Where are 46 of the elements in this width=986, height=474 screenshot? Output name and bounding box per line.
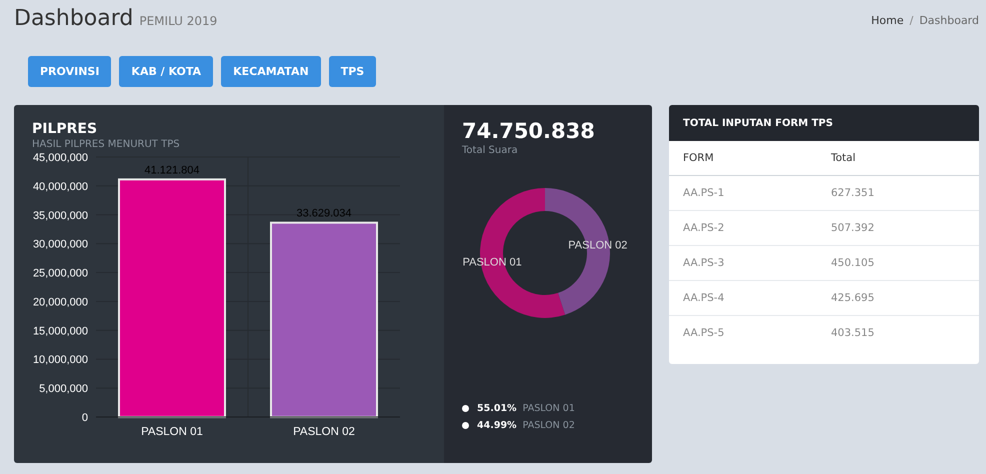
axis-tick-label: 10,000,000: [32, 354, 88, 366]
breadcrumb-separator: /: [910, 14, 914, 27]
filter-button[interactable]: KECAMATAN: [221, 56, 321, 87]
axis-tick-label: 0: [82, 412, 88, 424]
axis-tick-label: 35,000,000: [32, 210, 88, 222]
table-cell-text: 507.392: [831, 222, 876, 234]
legend-percent: 55.01%: [477, 403, 517, 414]
legend-dot: [462, 405, 469, 412]
legend-dot: [462, 422, 469, 429]
page-title: Dashboard: [14, 6, 134, 31]
axis-tick-label: 40,000,000: [32, 180, 88, 193]
axis-tick-label: 25,000,000: [32, 268, 88, 280]
axis-tick-label: 15,000,000: [32, 325, 88, 338]
column-header: FORM: [683, 152, 715, 164]
table-cell-text: AA.PS-1: [683, 187, 726, 199]
legend-percent: 44.99%: [477, 420, 517, 431]
table-cell-text: AA.PS-2: [683, 222, 726, 234]
filter-button[interactable]: KAB / KOTA: [119, 56, 214, 87]
table-title: TOTAL INPUTAN FORM TPS: [683, 118, 833, 128]
axis-category-label: PASLON 02: [293, 426, 355, 438]
table-cell-text: 403.515: [831, 327, 876, 339]
bar-value-label: 33.629.034: [296, 208, 352, 220]
axis-tick-label: 45,000,000: [32, 152, 88, 164]
total-votes-label: Total Suara: [462, 145, 519, 156]
axis-category-label: PASLON 01: [141, 426, 203, 438]
column-header: Total: [831, 152, 857, 164]
filter-button[interactable]: TPS: [328, 56, 376, 87]
table-cell-text: AA.PS-5: [683, 327, 726, 339]
chart-subtitle: HASIL PILPRES MENURUT TPS: [32, 139, 181, 150]
axis-tick-label: 30,000,000: [32, 238, 88, 251]
total-votes: 74.750.838: [462, 119, 596, 143]
table-cell-text: 425.695: [831, 292, 876, 304]
bar-value-label: 41.121.804: [144, 164, 200, 176]
axis-tick-label: 20,000,000: [32, 296, 88, 308]
table-cell-text: AA.PS-3: [683, 257, 726, 269]
table-cell-text: 450.105: [831, 257, 876, 269]
axis-tick-label: 5,000,000: [39, 383, 88, 396]
breadcrumb-link[interactable]: Home: [871, 14, 904, 27]
filter-button[interactable]: PROVINSI: [28, 56, 112, 87]
legend-label: PASLON 02: [522, 420, 575, 431]
table-cell-text: 627.351: [831, 187, 876, 199]
table-cell-text: AA.PS-4: [683, 292, 726, 304]
page-subtitle: PEMILU 2019: [139, 14, 218, 28]
chart-title: PILPRES: [32, 121, 98, 137]
legend-label: PASLON 01: [522, 403, 575, 414]
breadcrumb-link[interactable]: Dashboard: [919, 14, 979, 27]
